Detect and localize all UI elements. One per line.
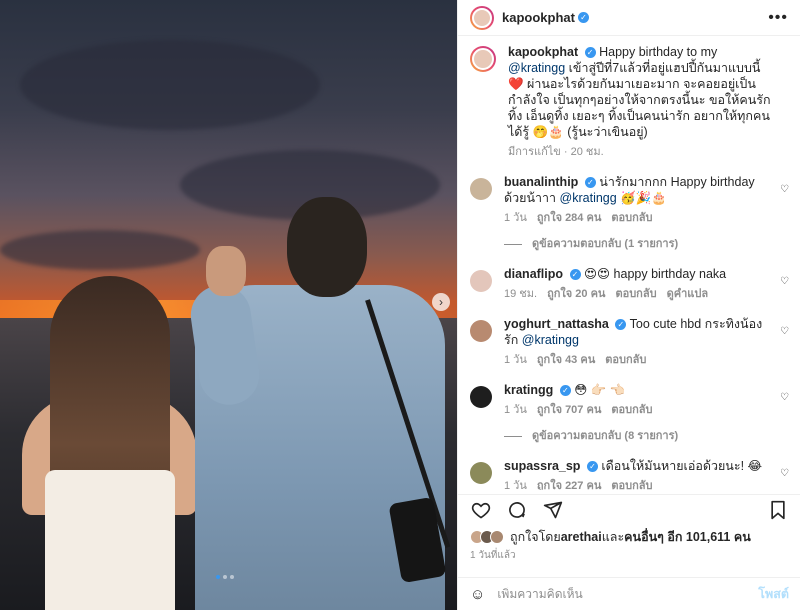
avatar[interactable] bbox=[470, 46, 496, 72]
comment-time: 1 วัน bbox=[504, 404, 527, 416]
post-photo[interactable]: › bbox=[0, 0, 457, 610]
view-replies-button[interactable]: ดูข้อความตอบกลับ (1 รายการ) bbox=[504, 236, 775, 252]
avatar[interactable] bbox=[470, 270, 492, 292]
carousel-dot bbox=[230, 575, 234, 579]
likes-text-mid: และ bbox=[601, 530, 625, 544]
view-replies-label: ดูข้อความตอบกลับ (8 รายการ) bbox=[532, 430, 679, 442]
comments-list[interactable]: kapookphat ✓ Happy birthday to my @krati… bbox=[458, 36, 800, 490]
liker-avatars bbox=[470, 530, 504, 544]
comment-time: 19 ชม. bbox=[504, 288, 538, 300]
comment-like-heart-icon[interactable]: ♡ bbox=[780, 326, 789, 337]
comment-item: buanalinthip ✓ น่ารักมากกก Happy birthda… bbox=[470, 174, 789, 252]
comment-like-heart-icon[interactable]: ♡ bbox=[780, 468, 789, 479]
comment-like-heart-icon[interactable]: ♡ bbox=[780, 276, 789, 287]
verified-icon: ✓ bbox=[584, 47, 596, 58]
comment-username[interactable]: yoghurt_nattasha bbox=[504, 317, 609, 331]
avatar[interactable] bbox=[470, 178, 492, 200]
comment-item: dianaflipo ✓ 😍😍 happy birthday naka 19 ชม… bbox=[470, 266, 789, 302]
comment-mention[interactable]: @kratingg bbox=[522, 333, 579, 347]
caption: kapookphat ✓ Happy birthday to my @krati… bbox=[470, 44, 789, 160]
comment-icon[interactable] bbox=[506, 499, 528, 521]
woman-dress bbox=[45, 470, 175, 610]
post-button[interactable]: โพสต์ bbox=[758, 584, 789, 604]
comment-username[interactable]: kratingg bbox=[504, 383, 553, 397]
carousel-dots bbox=[216, 575, 234, 579]
comment-item: yoghurt_nattasha ✓ Too cute hbd กระทิงน้… bbox=[470, 316, 789, 368]
comment-likes[interactable]: ถูกใจ 707 คน bbox=[537, 402, 601, 418]
verified-icon: ✓ bbox=[615, 319, 627, 330]
reply-button[interactable]: ตอบกลับ bbox=[615, 286, 656, 302]
reply-button[interactable]: ตอบกลับ bbox=[611, 402, 652, 418]
cloud bbox=[20, 40, 320, 130]
verified-icon: ✓ bbox=[559, 385, 571, 396]
like-heart-icon[interactable] bbox=[470, 499, 492, 521]
likes-summary: ถูกใจโดย arethai และ คนอื่นๆ อีก 101,611… bbox=[470, 527, 751, 547]
caption-text-pre: Happy birthday to my bbox=[599, 45, 718, 59]
comment-item: kratingg ✓ 😳 👉🏻 👈🏻 1 วัน ถูกใจ 707 คน ตอบกล… bbox=[470, 382, 789, 444]
action-bar bbox=[458, 494, 800, 524]
verified-icon: ✓ bbox=[586, 461, 598, 472]
caption-username[interactable]: kapookphat bbox=[508, 45, 578, 59]
comment-input[interactable] bbox=[497, 587, 759, 601]
avatar bbox=[490, 530, 504, 544]
verified-icon: ✓ bbox=[569, 269, 581, 280]
comment-text: 😳 👉🏻 👈🏻 bbox=[574, 383, 626, 397]
comment-time: 1 วัน bbox=[504, 480, 527, 490]
man-hand bbox=[206, 246, 246, 296]
comment-likes[interactable]: ถูกใจ 227 คน bbox=[537, 478, 601, 490]
reply-button[interactable]: ตอบกลับ bbox=[611, 478, 652, 490]
likes-text-pre: ถูกใจโดย bbox=[510, 530, 561, 544]
translate-button[interactable]: ดูคำแปล bbox=[667, 286, 709, 302]
post-time: 1 วันที่แล้ว bbox=[470, 550, 516, 561]
comment-like-heart-icon[interactable]: ♡ bbox=[780, 184, 789, 195]
emoji-icon[interactable]: ☺ bbox=[470, 586, 485, 603]
more-icon[interactable]: ••• bbox=[768, 9, 788, 27]
comment-time: 1 วัน bbox=[504, 212, 527, 224]
next-arrow-icon[interactable]: › bbox=[432, 293, 450, 311]
bookmark-icon[interactable] bbox=[767, 499, 789, 521]
comment-likes[interactable]: ถูกใจ 43 คน bbox=[537, 352, 595, 368]
man-head bbox=[287, 197, 367, 297]
comment-username[interactable]: supassra_sp bbox=[504, 459, 580, 473]
comment-username[interactable]: dianaflipo bbox=[504, 267, 563, 281]
comment-item: supassra_sp ✓ เดือนให้มันหายเอ่อด้วยนะ! … bbox=[470, 458, 789, 490]
post-panel: kapookphat ✓ ••• kapookphat ✓ Happy birt… bbox=[457, 0, 800, 610]
post-username[interactable]: kapookphat bbox=[502, 10, 575, 25]
add-comment-bar: ☺ โพสต์ bbox=[458, 577, 800, 610]
avatar[interactable] bbox=[470, 462, 492, 484]
caption-mention[interactable]: @kratingg bbox=[508, 61, 565, 75]
share-icon[interactable] bbox=[542, 499, 564, 521]
cloud bbox=[0, 230, 200, 270]
reply-button[interactable]: ตอบกลับ bbox=[611, 210, 652, 226]
carousel-dot bbox=[223, 575, 227, 579]
comment-mention[interactable]: @kratingg bbox=[560, 191, 617, 205]
comment-like-heart-icon[interactable]: ♡ bbox=[780, 392, 789, 403]
likes-others[interactable]: คนอื่นๆ อีก 101,611 คน bbox=[624, 527, 751, 547]
post-header: kapookphat ✓ ••• bbox=[458, 0, 800, 36]
avatar[interactable] bbox=[470, 386, 492, 408]
avatar[interactable] bbox=[470, 320, 492, 342]
comment-text: เดือนให้มันหายเอ่อด้วยนะ! 😂 bbox=[601, 459, 763, 473]
view-replies-button[interactable]: ดูข้อความตอบกลับ (8 รายการ) bbox=[504, 428, 775, 444]
carousel-dot bbox=[216, 575, 220, 579]
caption-meta: มีการแก้ไข · 20 ชม. bbox=[508, 146, 604, 158]
comment-tail: 🥳🎉🎂 bbox=[616, 191, 667, 205]
reply-button[interactable]: ตอบกลับ bbox=[605, 352, 646, 368]
comment-text: 😍😍 happy birthday naka bbox=[584, 267, 727, 281]
verified-icon: ✓ bbox=[584, 177, 596, 188]
comment-likes[interactable]: ถูกใจ 20 คน bbox=[547, 286, 605, 302]
verified-icon: ✓ bbox=[577, 12, 589, 23]
view-replies-label: ดูข้อความตอบกลับ (1 รายการ) bbox=[532, 238, 679, 250]
likes-user[interactable]: arethai bbox=[561, 530, 602, 544]
comment-username[interactable]: buanalinthip bbox=[504, 175, 578, 189]
comment-time: 1 วัน bbox=[504, 354, 527, 366]
avatar[interactable] bbox=[470, 5, 494, 30]
comment-likes[interactable]: ถูกใจ 284 คน bbox=[537, 210, 601, 226]
